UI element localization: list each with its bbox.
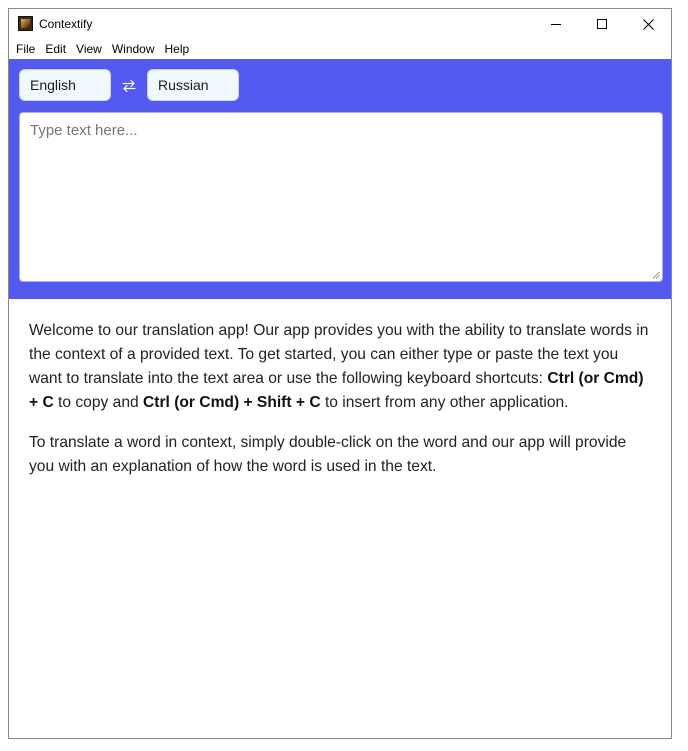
help-paragraph-2: To translate a word in context, simply d… xyxy=(29,434,627,475)
title-bar[interactable]: Contextify xyxy=(9,9,671,39)
source-language-select[interactable]: English xyxy=(19,69,111,101)
minimize-button[interactable] xyxy=(533,9,579,39)
maximize-icon xyxy=(597,19,607,29)
menu-help[interactable]: Help xyxy=(160,39,195,59)
window-controls xyxy=(533,9,671,39)
help-paragraph-1: Welcome to our translation app! Our app … xyxy=(29,319,654,415)
menu-edit[interactable]: Edit xyxy=(40,39,71,59)
maximize-button[interactable] xyxy=(579,9,625,39)
app-window: Contextify File Edit View Window Help En… xyxy=(8,8,672,739)
window-title: Contextify xyxy=(39,17,93,31)
shortcut-insert: Ctrl (or Cmd) + Shift + C xyxy=(143,394,321,411)
target-language-select[interactable]: Russian xyxy=(147,69,239,101)
text-input-area[interactable]: Type text here... xyxy=(19,112,663,282)
close-icon xyxy=(642,18,654,30)
text-input-placeholder: Type text here... xyxy=(30,122,138,139)
app-icon xyxy=(18,16,33,31)
help-text-connector: to copy and xyxy=(53,394,143,411)
close-button[interactable] xyxy=(625,9,671,39)
menu-file[interactable]: File xyxy=(11,39,40,59)
minimize-icon xyxy=(551,24,561,25)
translation-header: English Russian Type text here... xyxy=(9,59,671,299)
help-text: Welcome to our translation app! Our app … xyxy=(29,319,654,495)
menu-bar: File Edit View Window Help xyxy=(9,39,671,59)
swap-arrows-icon[interactable] xyxy=(120,77,138,95)
help-text-end: to insert from any other application. xyxy=(320,394,569,411)
menu-window[interactable]: Window xyxy=(107,39,160,59)
menu-view[interactable]: View xyxy=(71,39,107,59)
resize-grip-icon[interactable] xyxy=(652,271,660,279)
